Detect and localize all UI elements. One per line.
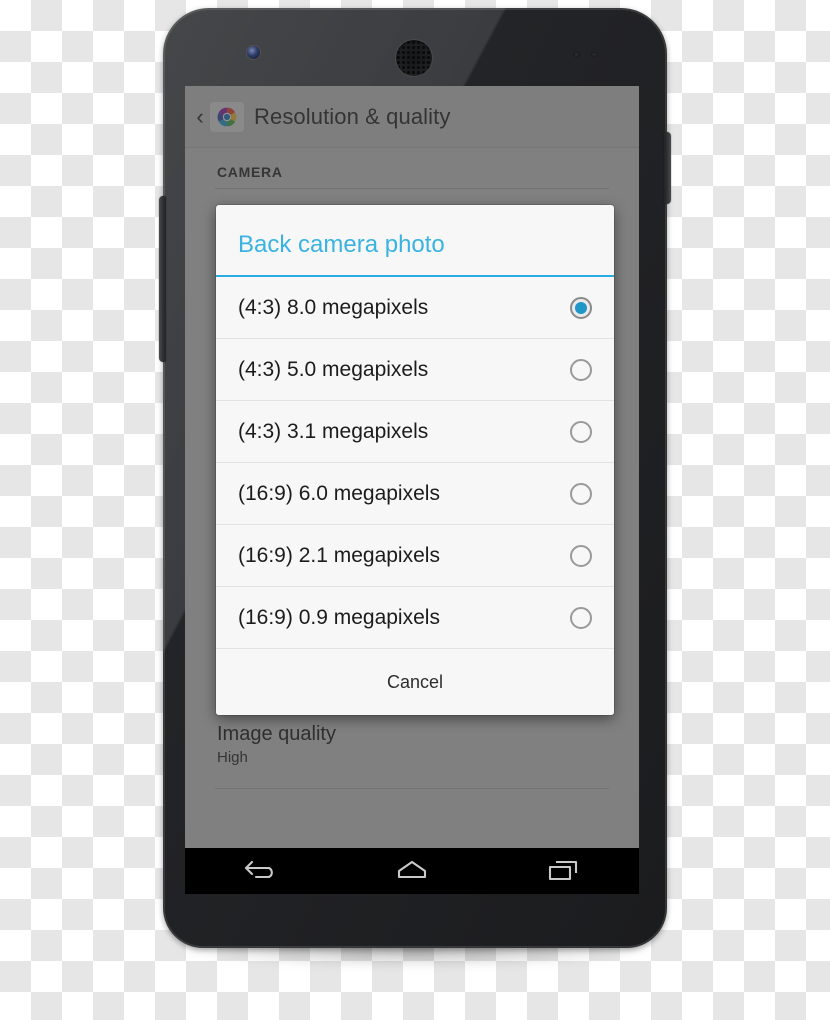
radio-button[interactable] xyxy=(570,358,592,381)
dialog-title: Back camera photo xyxy=(238,231,445,258)
option-label: (4:3) 3.1 megapixels xyxy=(238,419,429,443)
list-item[interactable]: (16:9) 2.1 megapixels xyxy=(216,525,614,587)
cancel-button-label: Cancel xyxy=(386,671,444,692)
list-item[interactable]: (4:3) 8.0 megapixels xyxy=(216,277,614,339)
light-sensor-icon xyxy=(591,52,598,57)
cancel-button[interactable]: Cancel xyxy=(216,649,614,715)
list-item[interactable]: (4:3) 3.1 megapixels xyxy=(216,401,614,463)
phone-screen: ‹ Resolution & quality CAMERA Image qual… xyxy=(185,86,639,894)
earpiece-speaker-icon xyxy=(396,40,432,76)
proximity-sensor-icon xyxy=(573,52,580,57)
nav-recents-button[interactable] xyxy=(526,848,600,894)
back-chevron-icon[interactable]: ‹ xyxy=(191,105,209,128)
radio-button[interactable] xyxy=(570,482,592,505)
option-label: (16:9) 2.1 megapixels xyxy=(238,543,440,567)
preference-title: Image quality xyxy=(217,723,336,745)
volume-rocker-button[interactable] xyxy=(159,196,166,362)
option-label: (16:9) 6.0 megapixels xyxy=(238,481,440,505)
screenshot-canvas: ‹ Resolution & quality CAMERA Image qual… xyxy=(0,0,830,1020)
section-header-camera: CAMERA xyxy=(217,164,283,180)
option-label: (16:9) 0.9 megapixels xyxy=(238,605,440,629)
list-item[interactable]: (16:9) 0.9 megapixels xyxy=(216,587,614,649)
front-camera-icon xyxy=(247,46,260,59)
smartphone-device: ‹ Resolution & quality CAMERA Image qual… xyxy=(159,8,671,948)
resolution-dialog: Back camera photo (4:3) 8.0 megapixels (… xyxy=(216,205,614,715)
navigation-bar xyxy=(185,848,639,894)
radio-button[interactable] xyxy=(570,606,592,629)
option-label: (4:3) 8.0 megapixels xyxy=(238,295,429,319)
power-button[interactable] xyxy=(664,132,671,204)
camera-app-icon xyxy=(210,101,244,132)
list-item[interactable]: (4:3) 5.0 megapixels xyxy=(216,339,614,401)
action-bar: ‹ Resolution & quality xyxy=(185,86,639,148)
nav-home-button[interactable] xyxy=(375,848,449,894)
option-label: (4:3) 5.0 megapixels xyxy=(238,357,429,381)
list-item[interactable]: (16:9) 6.0 megapixels xyxy=(216,463,614,525)
radio-button[interactable] xyxy=(570,420,592,443)
radio-button-selected[interactable] xyxy=(570,296,592,319)
page-title: Resolution & quality xyxy=(254,103,451,129)
preference-summary: High xyxy=(217,749,248,766)
preference-image-quality[interactable]: Image quality High xyxy=(185,709,639,778)
radio-button[interactable] xyxy=(570,544,592,567)
preference-divider xyxy=(215,788,609,789)
nav-back-button[interactable] xyxy=(224,848,298,894)
